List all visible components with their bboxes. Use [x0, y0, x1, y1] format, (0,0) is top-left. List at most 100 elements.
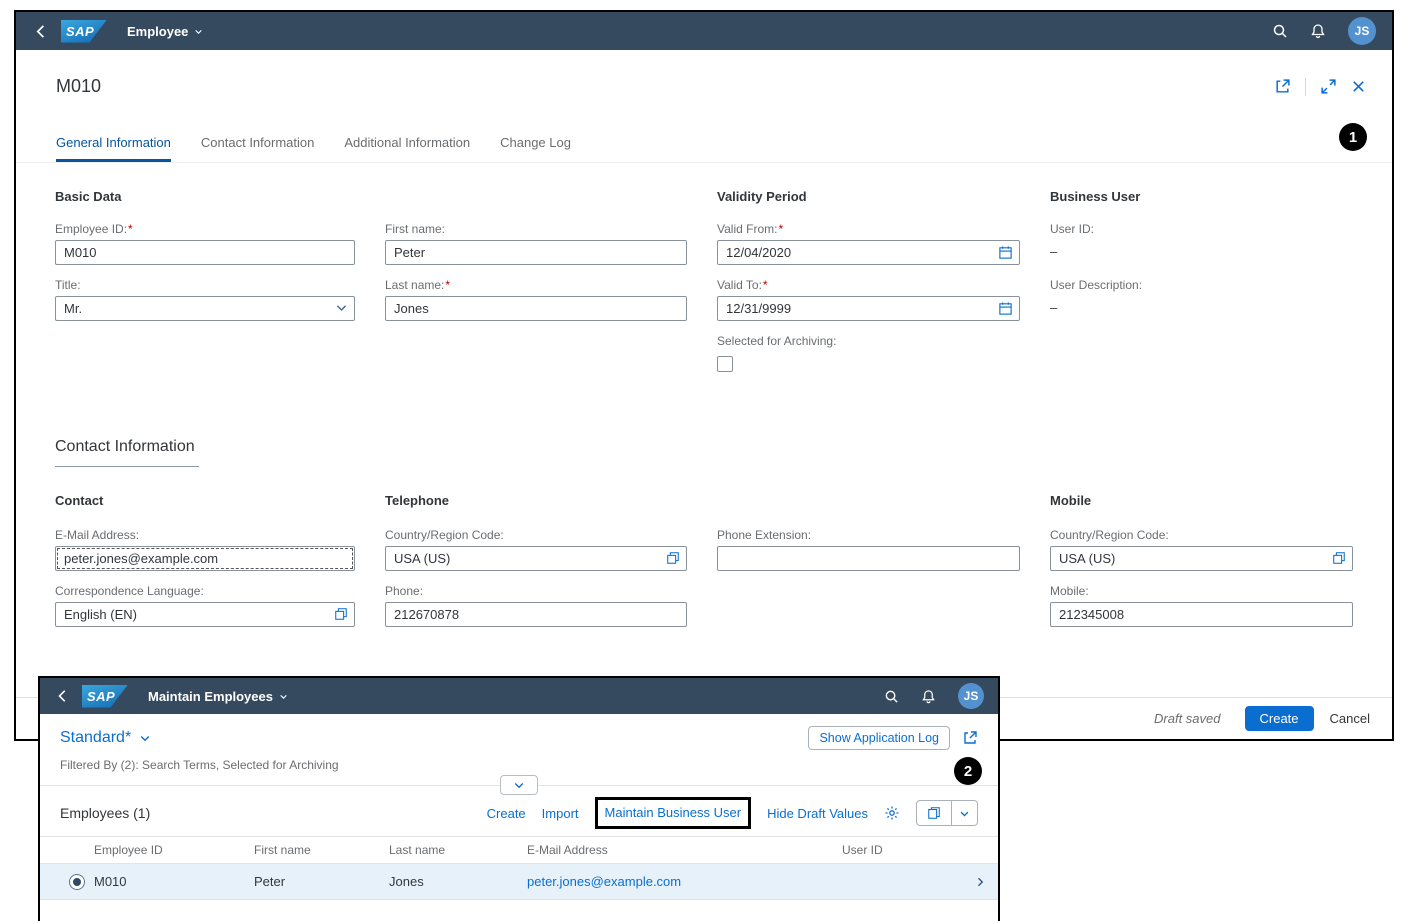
cell-email-link[interactable]: peter.jones@example.com [527, 874, 842, 889]
object-page-header: M010 [16, 50, 1392, 97]
filtered-by-text: Filtered By (2): Search Terms, Selected … [60, 758, 978, 772]
valid-from-input[interactable] [717, 240, 1020, 265]
settings-button[interactable] [884, 805, 900, 821]
cell-first-name: Peter [254, 874, 389, 889]
required-marker: * [778, 222, 783, 236]
bell-icon[interactable] [921, 689, 936, 704]
expand-icon[interactable] [1320, 78, 1337, 95]
value-help-icon[interactable] [1332, 551, 1346, 565]
correspondence-language-input[interactable] [55, 602, 355, 627]
create-button[interactable]: Create [487, 806, 526, 821]
mobile-input[interactable] [1050, 602, 1353, 627]
close-icon[interactable] [1351, 79, 1366, 94]
tab-contact-information[interactable]: Contact Information [201, 135, 314, 162]
show-application-log-button[interactable]: Show Application Log [808, 726, 950, 750]
mobile-label: Mobile: [1050, 584, 1353, 598]
bell-icon[interactable] [1310, 23, 1326, 39]
required-marker: * [445, 278, 450, 292]
back-button[interactable] [54, 687, 72, 705]
back-button[interactable] [32, 22, 51, 41]
back-icon [34, 24, 49, 39]
phone-input[interactable] [385, 602, 687, 627]
archiving-checkbox[interactable] [717, 356, 733, 372]
email-input[interactable] [55, 546, 355, 571]
table-row[interactable]: M010 Peter Jones peter.jones@example.com [40, 864, 998, 900]
chevron-down-icon[interactable] [335, 301, 348, 314]
group-title-telephone: Telephone [385, 493, 687, 508]
create-button[interactable]: Create [1245, 706, 1314, 731]
share-icon[interactable] [962, 730, 978, 746]
maintain-business-user-button[interactable]: Maintain Business User [605, 805, 742, 820]
general-information-section: Basic Data Validity Period Business User… [16, 163, 1392, 390]
phone-extension-field: Phone Extension: [717, 528, 1020, 571]
valid-to-label: Valid To: [717, 278, 762, 292]
copy-button[interactable] [916, 800, 952, 826]
annotation-highlight-box: Maintain Business User [595, 797, 752, 829]
phone-field: Phone: [385, 584, 687, 627]
tab-change-log[interactable]: Change Log [500, 135, 571, 162]
collapse-header-button[interactable] [500, 775, 538, 795]
mobile-country-field: Country/Region Code: [1050, 528, 1353, 571]
avatar[interactable]: JS [958, 683, 984, 709]
column-header-email[interactable]: E-Mail Address [527, 843, 842, 857]
tab-additional-information[interactable]: Additional Information [344, 135, 470, 162]
search-icon[interactable] [1272, 23, 1288, 39]
title-field: Title: [55, 278, 355, 321]
column-header-employee-id[interactable]: Employee ID [94, 843, 254, 857]
user-description-field: User Description: – [1050, 278, 1353, 321]
value-help-icon[interactable] [334, 607, 348, 621]
valid-to-input[interactable] [717, 296, 1020, 321]
column-header-last-name[interactable]: Last name [389, 843, 527, 857]
export-split-button [916, 800, 978, 826]
group-title-contact: Contact [55, 493, 355, 508]
chevron-down-icon [279, 692, 288, 701]
telephone-country-label: Country/Region Code: [385, 528, 687, 542]
column-header-user-id[interactable]: User ID [842, 843, 962, 857]
tab-general-information[interactable]: General Information [56, 135, 171, 162]
variant-selector[interactable]: Standard* [60, 729, 151, 747]
chevron-down-icon [194, 27, 203, 36]
valid-from-field: Valid From:* [717, 222, 1020, 265]
phone-extension-input[interactable] [717, 546, 1020, 571]
shell-bar: SAP Employee JS [16, 12, 1392, 50]
phone-label: Phone: [385, 584, 687, 598]
required-marker: * [763, 278, 768, 292]
value-help-icon[interactable] [666, 551, 680, 565]
correspondence-language-field: Correspondence Language: [55, 584, 355, 627]
hide-draft-values-button[interactable]: Hide Draft Values [767, 806, 868, 821]
group-title-mobile: Mobile [1050, 493, 1353, 508]
row-radio-selected[interactable] [69, 874, 85, 890]
column-header-first-name[interactable]: First name [254, 843, 389, 857]
table-title: Employees (1) [60, 805, 150, 821]
app-title[interactable]: Maintain Employees [148, 689, 288, 704]
cancel-button[interactable]: Cancel [1330, 711, 1370, 726]
search-icon[interactable] [884, 689, 899, 704]
first-name-field: First name: [385, 222, 687, 265]
app-title[interactable]: Employee [127, 24, 203, 39]
chevron-right-icon[interactable] [974, 876, 998, 888]
email-field: E-Mail Address: [55, 528, 355, 571]
avatar-initials: JS [1355, 24, 1370, 38]
chevron-down-icon [513, 779, 525, 791]
page-title: M010 [56, 76, 101, 97]
telephone-country-input[interactable] [385, 546, 687, 571]
last-name-input[interactable] [385, 296, 687, 321]
calendar-icon[interactable] [998, 301, 1013, 316]
app-title-label: Employee [127, 24, 188, 39]
table-header-row: Employee ID First name Last name E-Mail … [40, 836, 998, 864]
import-button[interactable]: Import [542, 806, 579, 821]
shell-actions: JS [1272, 17, 1376, 45]
split-button-arrow[interactable] [952, 800, 978, 826]
calendar-icon[interactable] [998, 245, 1013, 260]
correspondence-language-label: Correspondence Language: [55, 584, 355, 598]
employee-id-input[interactable] [55, 240, 355, 265]
avatar[interactable]: JS [1348, 17, 1376, 45]
employee-id-field: Employee ID:* [55, 222, 355, 265]
user-id-label: User ID: [1050, 222, 1353, 236]
first-name-input[interactable] [385, 240, 687, 265]
divider [1305, 78, 1306, 96]
title-select[interactable] [55, 296, 355, 321]
annotation-badge-2: 2 [954, 757, 982, 785]
share-icon[interactable] [1274, 78, 1291, 95]
mobile-country-input[interactable] [1050, 546, 1353, 571]
